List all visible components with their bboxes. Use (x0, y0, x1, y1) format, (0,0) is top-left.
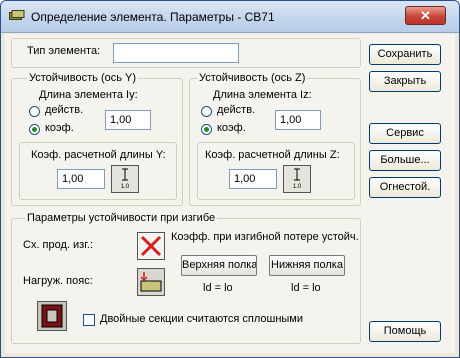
dialog-window: Определение элемента. Параметры - СВ71 ✕… (0, 0, 460, 358)
section-button[interactable] (37, 301, 67, 331)
length-z-label: Длина элемента Iz: (213, 89, 312, 101)
coef-y-button-glyph: 1.0 (121, 184, 130, 190)
column-length-icon: 1.0 (121, 168, 130, 190)
radio-z-coef[interactable] (201, 124, 212, 135)
load-flange-button[interactable] (137, 268, 165, 296)
close-window-button[interactable]: ✕ (405, 6, 446, 25)
window-title: Определение элемента. Параметры - СВ71 (31, 10, 275, 24)
scheme-label: Сх. прод. изг.: (23, 239, 94, 251)
bending-coef-label: Коэфф. при изгибной потере устойч. (171, 231, 359, 243)
coef-z-input[interactable]: 1,00 (229, 169, 277, 189)
upper-flange-button[interactable]: Верхняя полка (181, 255, 257, 276)
length-y-input[interactable]: 1,00 (105, 110, 151, 130)
element-type-label: Тип элемента: (27, 45, 101, 57)
coef-y-label: Коэф. расчетной длины Y: (31, 149, 166, 161)
coef-y-picker-button[interactable]: 1.0 (111, 165, 139, 193)
coef-z-picker-button[interactable]: 1.0 (283, 165, 311, 193)
coef-z-button-glyph: 1.0 (293, 184, 302, 190)
dialog-body: Тип элемента: Устойчивость (ось Y) Длина… (5, 34, 455, 353)
lower-flange-button[interactable]: Нижняя полка (269, 255, 345, 276)
cross-icon (140, 235, 162, 257)
load-flange-label: Нагруж. пояс: (23, 275, 93, 287)
element-type-input[interactable] (113, 43, 239, 63)
title-bar: Определение элемента. Параметры - СВ71 ✕ (1, 1, 459, 33)
stability-z-title: Устойчивость (ось Z) (197, 72, 308, 84)
radio-y-actual[interactable] (29, 106, 40, 117)
save-button[interactable]: Сохранить (369, 44, 441, 65)
length-z-input[interactable]: 1,00 (275, 110, 321, 130)
radio-y-coef[interactable] (29, 124, 40, 135)
loaded-flange-icon (140, 272, 162, 292)
radio-y-actual-label: действ. (45, 104, 84, 116)
close-icon: ✕ (420, 8, 431, 23)
double-section-icon (41, 304, 63, 328)
double-sections-label: Двойные секции считаются сплошными (100, 313, 304, 325)
upper-formula: ld = lo (203, 282, 233, 294)
help-button[interactable]: Помощь (369, 321, 441, 342)
radio-z-actual-label: действ. (217, 104, 256, 116)
radio-z-actual[interactable] (201, 106, 212, 117)
bending-title: Параметры устойчивости при изгибе (25, 212, 218, 224)
more-button[interactable]: Больше... (369, 150, 441, 171)
service-button[interactable]: Сервис (369, 123, 441, 144)
fire-resistance-button[interactable]: Огнестой. (369, 177, 441, 198)
radio-y-coef-label: коэф. (45, 122, 74, 134)
scheme-button[interactable] (137, 232, 165, 260)
length-y-label: Длина элемента Iy: (39, 89, 138, 101)
app-icon (9, 10, 25, 20)
lower-formula: ld = lo (291, 282, 321, 294)
double-sections-checkbox[interactable] (83, 314, 95, 326)
radio-z-coef-label: коэф. (217, 122, 246, 134)
stability-y-title: Устойчивость (ось Y) (27, 72, 139, 84)
coef-y-input[interactable]: 1,00 (57, 169, 105, 189)
close-button[interactable]: Закрыть (369, 71, 441, 92)
column-length-icon: 1.0 (293, 168, 302, 190)
coef-z-label: Коэф. расчетной длины Z: (205, 149, 340, 161)
